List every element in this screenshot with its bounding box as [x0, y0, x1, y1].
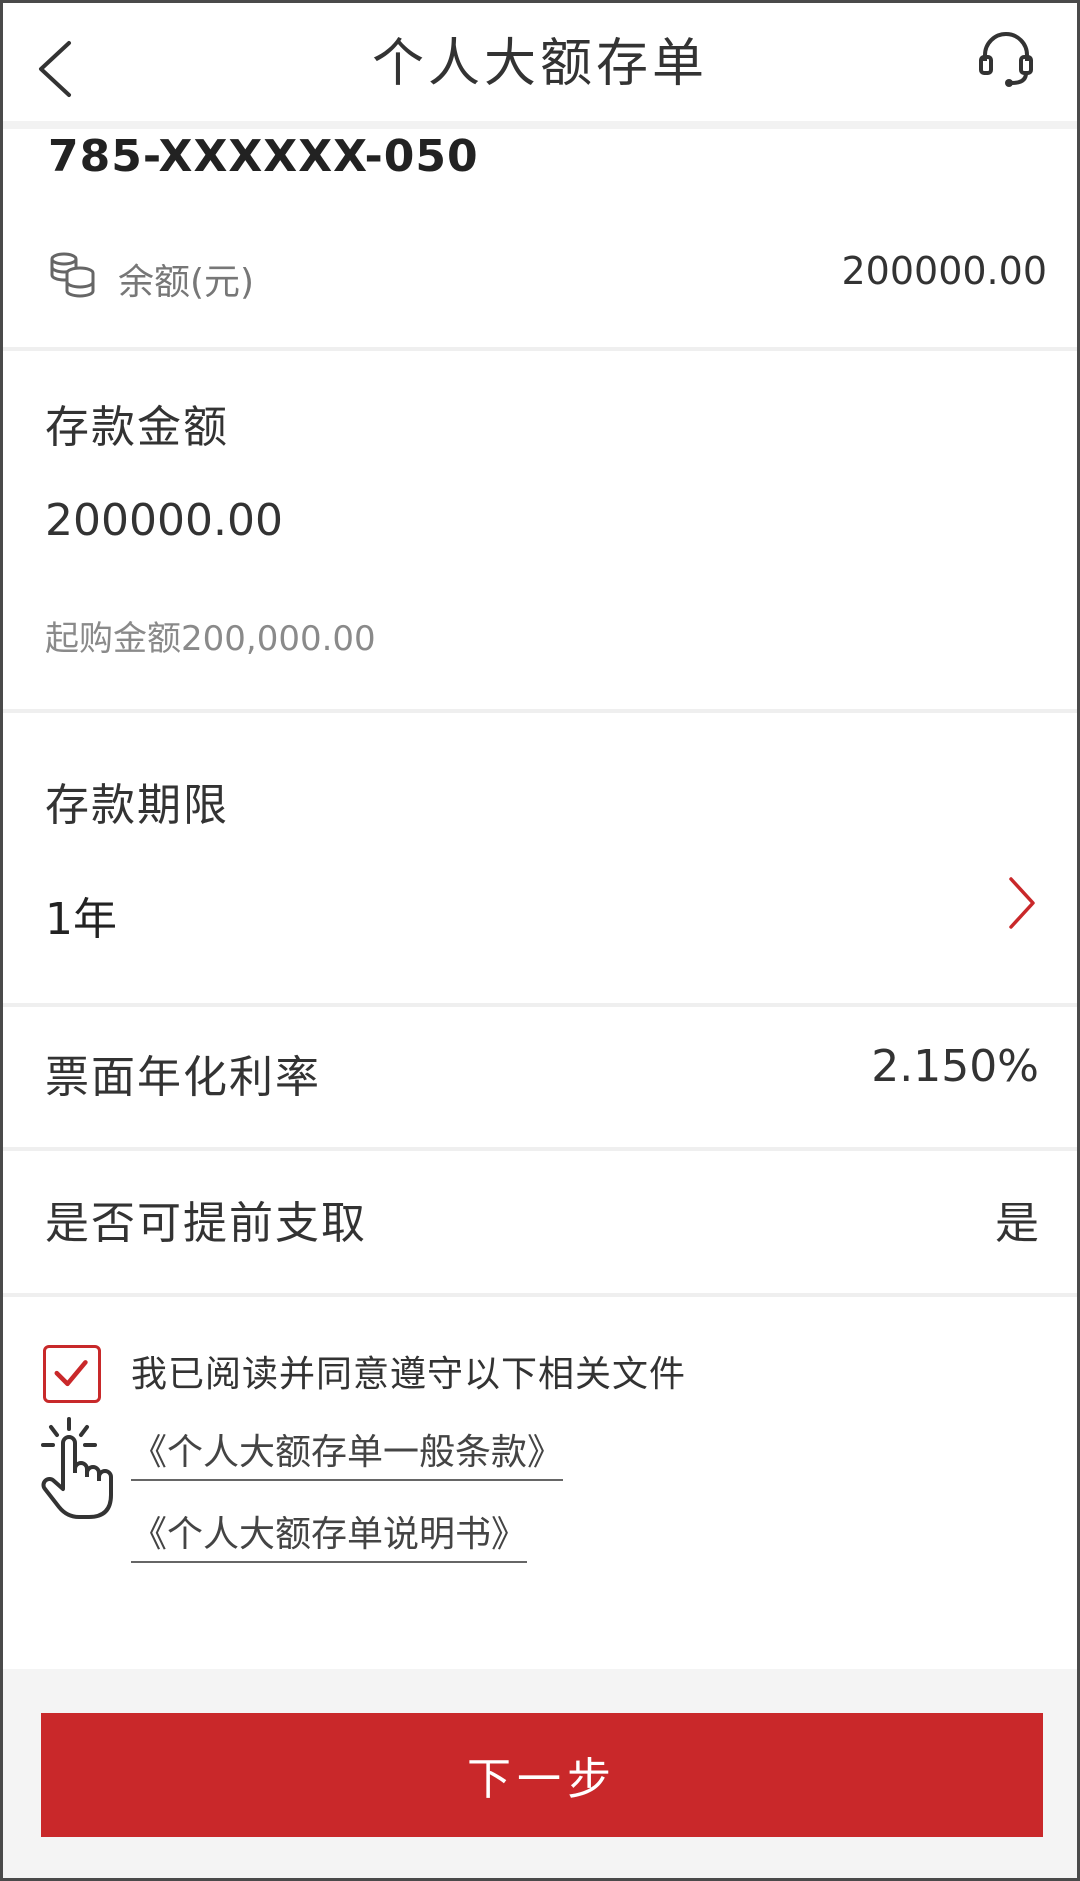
- deposit-term-selector[interactable]: 1年: [3, 863, 1077, 973]
- checkmark-icon: [54, 1360, 88, 1387]
- page-title: 个人大额存单: [371, 34, 708, 94]
- divider: [3, 347, 1077, 351]
- minimum-amount-hint: 起购金额200,000.00: [45, 619, 376, 659]
- bottom-bar: 下一步: [3, 1669, 1077, 1878]
- document-link-product-manual[interactable]: 《个人大额存单说明书》: [131, 1505, 528, 1563]
- rate-value: 2.150%: [871, 1041, 1039, 1092]
- balance-row: 余额(元) 200000.00: [3, 243, 1077, 313]
- deposit-term-label: 存款期限: [45, 780, 229, 831]
- document-link-general-terms[interactable]: 《个人大额存单一般条款》: [131, 1423, 564, 1481]
- chevron-right-icon: [1009, 877, 1035, 929]
- agreement-checkbox[interactable]: [43, 1345, 101, 1403]
- rate-label: 票面年化利率: [45, 1052, 321, 1103]
- next-step-button[interactable]: 下一步: [41, 1713, 1043, 1837]
- top-bar: 个人大额存单: [3, 3, 1077, 129]
- coins-icon: [50, 252, 95, 298]
- divider: [3, 1003, 1077, 1007]
- divider: [3, 1293, 1077, 1297]
- balance-value: 200000.00: [841, 249, 1048, 293]
- divider: [3, 1147, 1077, 1151]
- deposit-amount-input[interactable]: [45, 495, 745, 546]
- customer-service-icon[interactable]: [975, 27, 1037, 89]
- early-withdrawal-label: 是否可提前支取: [45, 1198, 367, 1249]
- pointing-hand-icon: [41, 1417, 113, 1519]
- agreement-text: 我已阅读并同意遵守以下相关文件: [131, 1354, 687, 1395]
- deposit-term-value: 1年: [45, 894, 117, 945]
- balance-label: 余额(元): [118, 262, 255, 303]
- phone-screen: 个人大额存单 785-XXXXXX-050 余额(元) 200000.00 存款…: [0, 0, 1080, 1881]
- deposit-amount-label: 存款金额: [45, 402, 229, 453]
- account-number: 785-XXXXXX-050: [48, 131, 479, 182]
- divider: [3, 709, 1077, 713]
- early-withdrawal-value: 是: [995, 1198, 1039, 1249]
